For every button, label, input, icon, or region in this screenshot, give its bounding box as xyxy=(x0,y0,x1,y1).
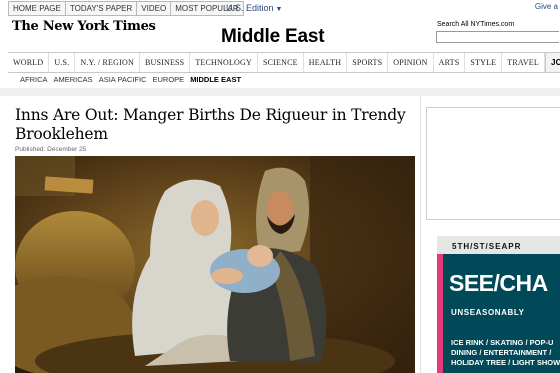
ad-placeholder xyxy=(426,107,560,220)
divider-bar xyxy=(0,88,560,96)
subnav-asia-pacific[interactable]: ASIA PACIFIC xyxy=(99,75,147,84)
top-nav: HOME PAGE TODAY'S PAPER VIDEO MOST POPUL… xyxy=(8,1,244,16)
edition-selector[interactable]: U.S. Edition ▼ xyxy=(226,3,282,13)
nav-sports[interactable]: SPORTS xyxy=(347,53,389,72)
search-input[interactable] xyxy=(436,31,559,43)
page-title: Middle East xyxy=(221,26,325,47)
nyt-logo[interactable]: The New York Times xyxy=(12,19,156,34)
nav-ny-region[interactable]: N.Y. / REGION xyxy=(75,53,140,72)
home-page-link[interactable]: HOME PAGE xyxy=(8,1,66,16)
main-nav: WORLD U.S. N.Y. / REGION BUSINESS TECHNO… xyxy=(8,52,560,73)
ad-top-text: 5TH/ST/SEAPR xyxy=(452,242,522,251)
todays-paper-link[interactable]: TODAY'S PAPER xyxy=(64,1,138,16)
article-dateline: Published: December 25 xyxy=(15,146,87,153)
give-link[interactable]: Give a xyxy=(535,2,558,11)
search-label: Search All NYTimes.com xyxy=(437,21,515,28)
nav-science[interactable]: SCIENCE xyxy=(258,53,304,72)
nav-technology[interactable]: TECHNOLOGY xyxy=(190,53,258,72)
subnav-africa[interactable]: AFRICA xyxy=(20,75,48,84)
top-bar: HOME PAGE TODAY'S PAPER VIDEO MOST POPUL… xyxy=(0,0,560,16)
nav-business[interactable]: BUSINESS xyxy=(140,53,191,72)
nav-travel[interactable]: TRAVEL xyxy=(502,53,545,72)
chevron-down-icon: ▼ xyxy=(275,6,283,13)
subnav-middle-east[interactable]: MIDDLE EAST xyxy=(190,75,241,84)
nav-health[interactable]: HEALTH xyxy=(304,53,348,72)
video-link[interactable]: VIDEO xyxy=(136,1,172,16)
ad-accent-stripe xyxy=(437,254,443,373)
edition-label: U.S. Edition xyxy=(226,3,274,13)
nav-jobs[interactable]: JOBS xyxy=(545,53,560,72)
advertisement[interactable]: 5TH/ST/SEAPR SEE/CHA UNSEASONABLY ICE RI… xyxy=(437,236,560,373)
ad-line-1: ICE RINK / SKATING / POP-U xyxy=(451,338,554,347)
nativity-photo xyxy=(15,156,415,373)
article-headline: Inns Are Out: Manger Births De Rigueur i… xyxy=(15,106,406,143)
nav-opinion[interactable]: OPINION xyxy=(388,53,434,72)
subnav-americas[interactable]: AMERICAS xyxy=(54,75,93,84)
sub-nav: AFRICA AMERICAS ASIA PACIFIC EUROPE MIDD… xyxy=(20,75,247,84)
ad-headline: SEE/CHA xyxy=(449,270,548,296)
nav-arts[interactable]: ARTS xyxy=(434,53,466,72)
ad-line-3: HOLIDAY TREE / LIGHT SHOW xyxy=(451,358,560,367)
nav-us[interactable]: U.S. xyxy=(49,53,76,72)
nav-style[interactable]: STYLE xyxy=(465,53,503,72)
article-photo[interactable] xyxy=(15,156,415,373)
column-divider xyxy=(420,96,421,373)
nav-world[interactable]: WORLD xyxy=(8,53,50,72)
subnav-europe[interactable]: EUROPE xyxy=(153,75,185,84)
ad-subtitle: UNSEASONABLY xyxy=(451,308,525,317)
ad-top-band: 5TH/ST/SEAPR xyxy=(437,236,560,254)
ad-line-2: DINING / ENTERTAINMENT / xyxy=(451,348,552,357)
